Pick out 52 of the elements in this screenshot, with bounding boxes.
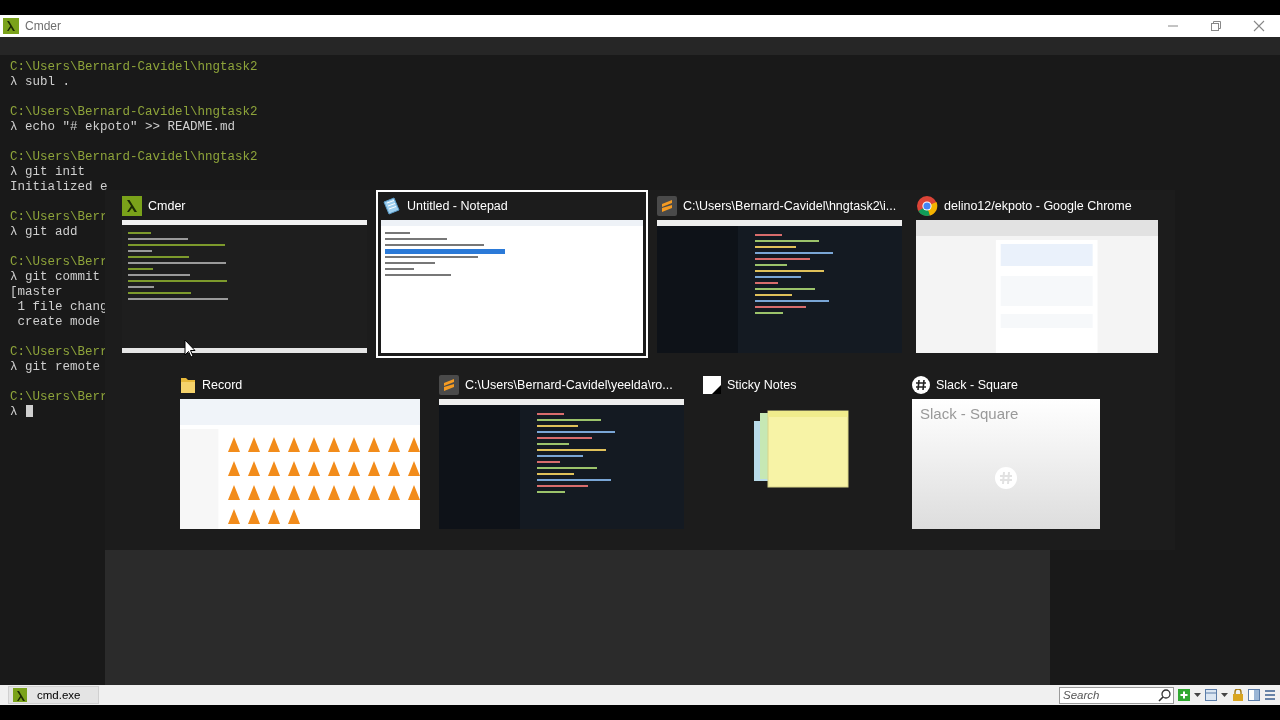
new-console-icon[interactable] — [1178, 689, 1190, 701]
menu-icon[interactable] — [1264, 689, 1276, 701]
hash-icon — [995, 467, 1017, 489]
sticky-note-icon — [703, 376, 721, 394]
window-thumbnail[interactable]: C:\Users\Bernard-Cavidel\hngtask2\i... — [652, 190, 907, 358]
close-icon[interactable] — [1252, 20, 1265, 32]
lambda-icon — [13, 688, 27, 702]
terminal-line: λ git init — [10, 165, 85, 180]
terminal-line: C:\Users\Berr — [10, 210, 108, 225]
terminal-line: [master — [10, 285, 63, 300]
terminal-line: λ git commit — [10, 270, 100, 285]
window-title: Cmder — [25, 19, 61, 33]
lambda-icon — [122, 196, 142, 216]
sublime-icon — [439, 375, 459, 395]
text-cursor — [25, 405, 33, 417]
preview-title: Slack - Square — [920, 405, 1019, 422]
caret-icon[interactable] — [1194, 693, 1201, 697]
terminal-line: λ subl . — [10, 75, 70, 90]
mouse-cursor-icon — [184, 339, 196, 358]
hash-icon — [912, 376, 930, 394]
caret-icon[interactable] — [1221, 693, 1228, 697]
folder-icon — [180, 375, 196, 395]
terminal-line: C:\Users\Bernard-Cavidel\hngtask2 — [10, 60, 258, 75]
terminal-line: Initialized e — [10, 180, 108, 195]
terminal-line: C:\Users\Bernard-Cavidel\hngtask2 — [10, 105, 258, 120]
window-thumbnail[interactable]: Cmder — [117, 190, 372, 358]
app-icon — [3, 18, 19, 34]
terminal-line: C:\Users\Berr — [10, 345, 108, 360]
window-thumbnail[interactable]: Record — [175, 369, 425, 534]
console-tab[interactable]: cmd.exe — [8, 686, 100, 704]
terminal-line: λ git add — [10, 225, 78, 240]
window-thumbnail[interactable]: Slack - Square Slack - Square — [907, 369, 1105, 534]
window-thumbnail[interactable]: C:\Users\Bernard-Cavidel\yeelda\ro... — [434, 369, 689, 534]
prompt-symbol: λ — [10, 405, 18, 419]
sublime-icon — [657, 196, 677, 216]
split-view-icon[interactable] — [1205, 689, 1217, 701]
terminal-line: C:\Users\Berr — [10, 255, 108, 270]
terminal-line: λ echo "# ekpoto" >> README.md — [10, 120, 236, 135]
window-thumbnail[interactable]: delino12/ekpoto - Google Chrome — [911, 190, 1163, 358]
terminal-line: λ git remote — [10, 360, 100, 375]
restore-icon[interactable] — [1209, 20, 1222, 32]
search-field[interactable]: Search — [1059, 686, 1174, 704]
lock-icon[interactable] — [1232, 689, 1244, 701]
window-thumbnail[interactable]: Sticky Notes — [698, 369, 898, 534]
chrome-icon — [916, 195, 938, 217]
terminal-line: C:\Users\Berr — [10, 390, 108, 405]
window-thumbnail[interactable]: Untitled - Notepad — [376, 190, 648, 358]
panel-icon[interactable] — [1248, 689, 1260, 701]
terminal-line: create mode — [16, 315, 100, 330]
search-icon[interactable] — [1158, 688, 1171, 702]
terminal-line: C:\Users\Bernard-Cavidel\hngtask2 — [10, 150, 258, 165]
notepad-icon — [381, 196, 401, 216]
